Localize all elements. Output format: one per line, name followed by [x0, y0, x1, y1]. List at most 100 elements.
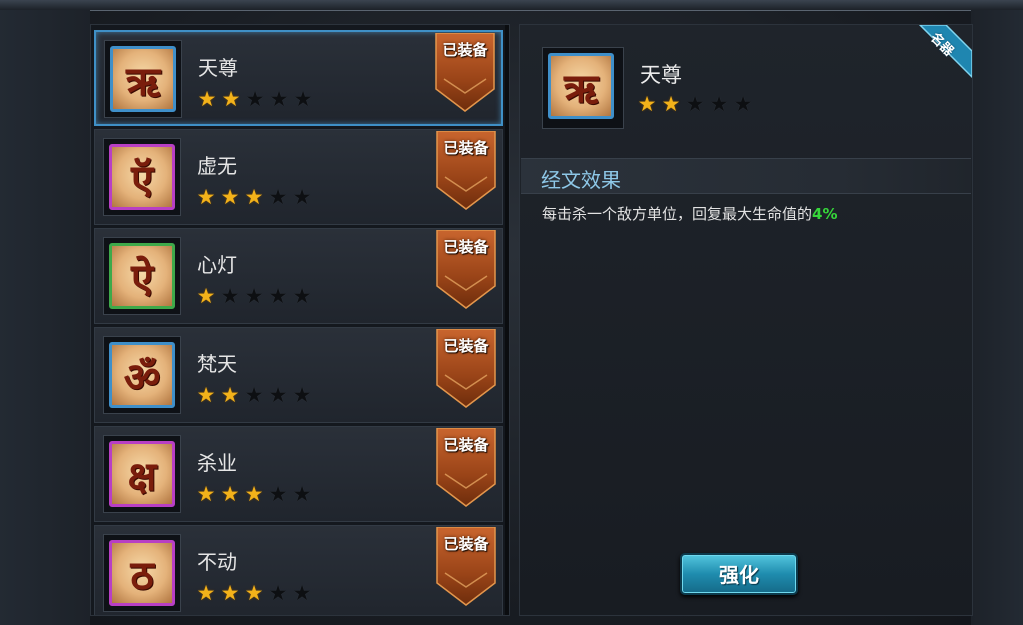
- star-filled-icon: ★: [220, 581, 240, 605]
- scripture-list-item[interactable]: ठ 不动 ★ ★ ★ ★ ★ 已装备: [94, 525, 503, 615]
- scripture-name: 天尊: [198, 56, 238, 80]
- scripture-icon-frame: ऍ: [103, 138, 181, 216]
- star-filled-icon: ★: [220, 185, 240, 209]
- detail-star-rating: ★ ★ ★ ★ ★: [636, 93, 754, 115]
- star-empty-icon: ★: [220, 284, 240, 308]
- star-empty-icon: ★: [268, 284, 288, 308]
- equipped-badge-label: 已装备: [443, 238, 489, 256]
- star-filled-icon: ★: [661, 92, 681, 116]
- scripture-list[interactable]: ऋ 天尊 ★ ★ ★ ★ ★ 已装备 ऍ 虚无 ★ ★ ★ ★ ★ 已装备 ऐ 心灯 ★ ★ ★ ★ ★ 已装备 ॐ 梵天 ★ ★ ★ ★…: [90, 24, 510, 616]
- star-rating: ★ ★ ★ ★ ★: [195, 582, 313, 604]
- corner-tag: 名器: [910, 25, 972, 87]
- top-border: [0, 0, 1023, 11]
- effect-section-header: 经文效果: [521, 158, 971, 194]
- star-filled-icon: ★: [196, 581, 216, 605]
- star-empty-icon: ★: [292, 185, 312, 209]
- list-scrollbar[interactable]: [505, 25, 509, 615]
- scripture-screen: ऋ 天尊 ★ ★ ★ ★ ★ 已装备 ऍ 虚无 ★ ★ ★ ★ ★ 已装备 ऐ 心灯 ★ ★ ★ ★ ★ 已装备 ॐ 梵天 ★ ★ ★ ★…: [0, 0, 1023, 625]
- star-empty-icon: ★: [733, 92, 753, 116]
- star-filled-icon: ★: [637, 92, 657, 116]
- star-empty-icon: ★: [292, 383, 312, 407]
- star-empty-icon: ★: [292, 284, 312, 308]
- scripture-icon-frame: ऐ: [103, 237, 181, 315]
- scripture-name: 不动: [197, 550, 237, 574]
- equipped-badge-label: 已装备: [442, 41, 488, 59]
- scripture-icon-frame: ऋ: [104, 40, 182, 118]
- star-empty-icon: ★: [268, 383, 288, 407]
- star-filled-icon: ★: [244, 185, 264, 209]
- scripture-icon-frame: क्ष: [103, 435, 181, 513]
- star-empty-icon: ★: [292, 581, 312, 605]
- star-empty-icon: ★: [245, 87, 265, 111]
- equipped-badge-label: 已装备: [443, 535, 489, 553]
- scripture-name: 心灯: [197, 253, 237, 277]
- sanskrit-glyph-icon: ॐ: [123, 353, 161, 401]
- equipped-badge: 已装备: [435, 526, 497, 607]
- detail-scripture-icon: ऋ: [548, 53, 614, 119]
- scripture-name: 虚无: [197, 154, 237, 178]
- scripture-list-item[interactable]: क्ष 杀业 ★ ★ ★ ★ ★ 已装备: [94, 426, 503, 522]
- equipped-badge: 已装备: [435, 328, 497, 409]
- star-rating: ★ ★ ★ ★ ★: [195, 285, 313, 307]
- star-filled-icon: ★: [244, 482, 264, 506]
- detail-icon-frame: ऋ: [542, 47, 624, 129]
- left-backdrop: [0, 10, 90, 625]
- equipped-badge-label: 已装备: [443, 139, 489, 157]
- scripture-list-item[interactable]: ॐ 梵天 ★ ★ ★ ★ ★ 已装备: [94, 327, 503, 423]
- scripture-list-item[interactable]: ऐ 心灯 ★ ★ ★ ★ ★ 已装备: [94, 228, 503, 324]
- equipped-badge-label: 已装备: [443, 436, 489, 454]
- equipped-badge: 已装备: [435, 427, 497, 508]
- star-filled-icon: ★: [196, 482, 216, 506]
- star-rating: ★ ★ ★ ★ ★: [195, 483, 313, 505]
- star-rating: ★ ★ ★ ★ ★: [196, 88, 314, 110]
- effect-description: 每击杀一个敌方单位，回复最大生命值的4%: [542, 203, 837, 224]
- star-empty-icon: ★: [709, 92, 729, 116]
- effect-value: 4%: [812, 205, 838, 223]
- star-empty-icon: ★: [268, 581, 288, 605]
- right-backdrop: [971, 10, 1023, 625]
- sanskrit-glyph-icon: ऐ: [130, 254, 154, 302]
- star-filled-icon: ★: [196, 383, 216, 407]
- star-empty-icon: ★: [685, 92, 705, 116]
- sanskrit-glyph-icon: क्ष: [127, 452, 157, 500]
- scripture-list-item[interactable]: ऍ 虚无 ★ ★ ★ ★ ★ 已装备: [94, 129, 503, 225]
- sanskrit-glyph-icon: ठ: [130, 551, 154, 599]
- sanskrit-glyph-icon: ऋ: [563, 64, 599, 112]
- star-empty-icon: ★: [269, 87, 289, 111]
- scripture-icon: ॐ: [109, 342, 175, 408]
- star-empty-icon: ★: [293, 87, 313, 111]
- scripture-detail-panel: ऋ 天尊 ★ ★ ★ ★ ★ 名器 经文效果 每击杀一个敌方单位，回复最大生命值的4% …: [519, 24, 973, 616]
- scripture-icon: ऍ: [109, 144, 175, 210]
- star-filled-icon: ★: [197, 87, 217, 111]
- sanskrit-glyph-icon: ऋ: [125, 57, 161, 105]
- star-filled-icon: ★: [196, 185, 216, 209]
- scripture-icon: ठ: [109, 540, 175, 606]
- scripture-icon-frame: ठ: [103, 534, 181, 612]
- scripture-icon: क्ष: [109, 441, 175, 507]
- star-empty-icon: ★: [268, 482, 288, 506]
- star-filled-icon: ★: [220, 482, 240, 506]
- sanskrit-glyph-icon: ऍ: [130, 155, 154, 203]
- detail-name: 天尊: [640, 63, 682, 87]
- star-filled-icon: ★: [220, 383, 240, 407]
- star-empty-icon: ★: [292, 482, 312, 506]
- strengthen-button[interactable]: 强化: [680, 553, 798, 595]
- equipped-badge: 已装备: [434, 32, 496, 113]
- effect-description-text: 每击杀一个敌方单位，回复最大生命值的: [542, 205, 813, 223]
- effect-section-title: 经文效果: [541, 168, 621, 192]
- star-empty-icon: ★: [268, 185, 288, 209]
- equipped-badge: 已装备: [435, 229, 497, 310]
- equipped-badge: 已装备: [435, 130, 497, 211]
- star-filled-icon: ★: [196, 284, 216, 308]
- scripture-name: 杀业: [197, 451, 237, 475]
- scripture-name: 梵天: [197, 352, 237, 376]
- star-filled-icon: ★: [221, 87, 241, 111]
- star-rating: ★ ★ ★ ★ ★: [195, 384, 313, 406]
- scripture-list-item[interactable]: ऋ 天尊 ★ ★ ★ ★ ★ 已装备: [94, 30, 503, 126]
- equipped-badge-label: 已装备: [443, 337, 489, 355]
- star-empty-icon: ★: [244, 383, 264, 407]
- star-filled-icon: ★: [244, 581, 264, 605]
- star-empty-icon: ★: [244, 284, 264, 308]
- scripture-icon: ऋ: [110, 46, 176, 112]
- scripture-icon: ऐ: [109, 243, 175, 309]
